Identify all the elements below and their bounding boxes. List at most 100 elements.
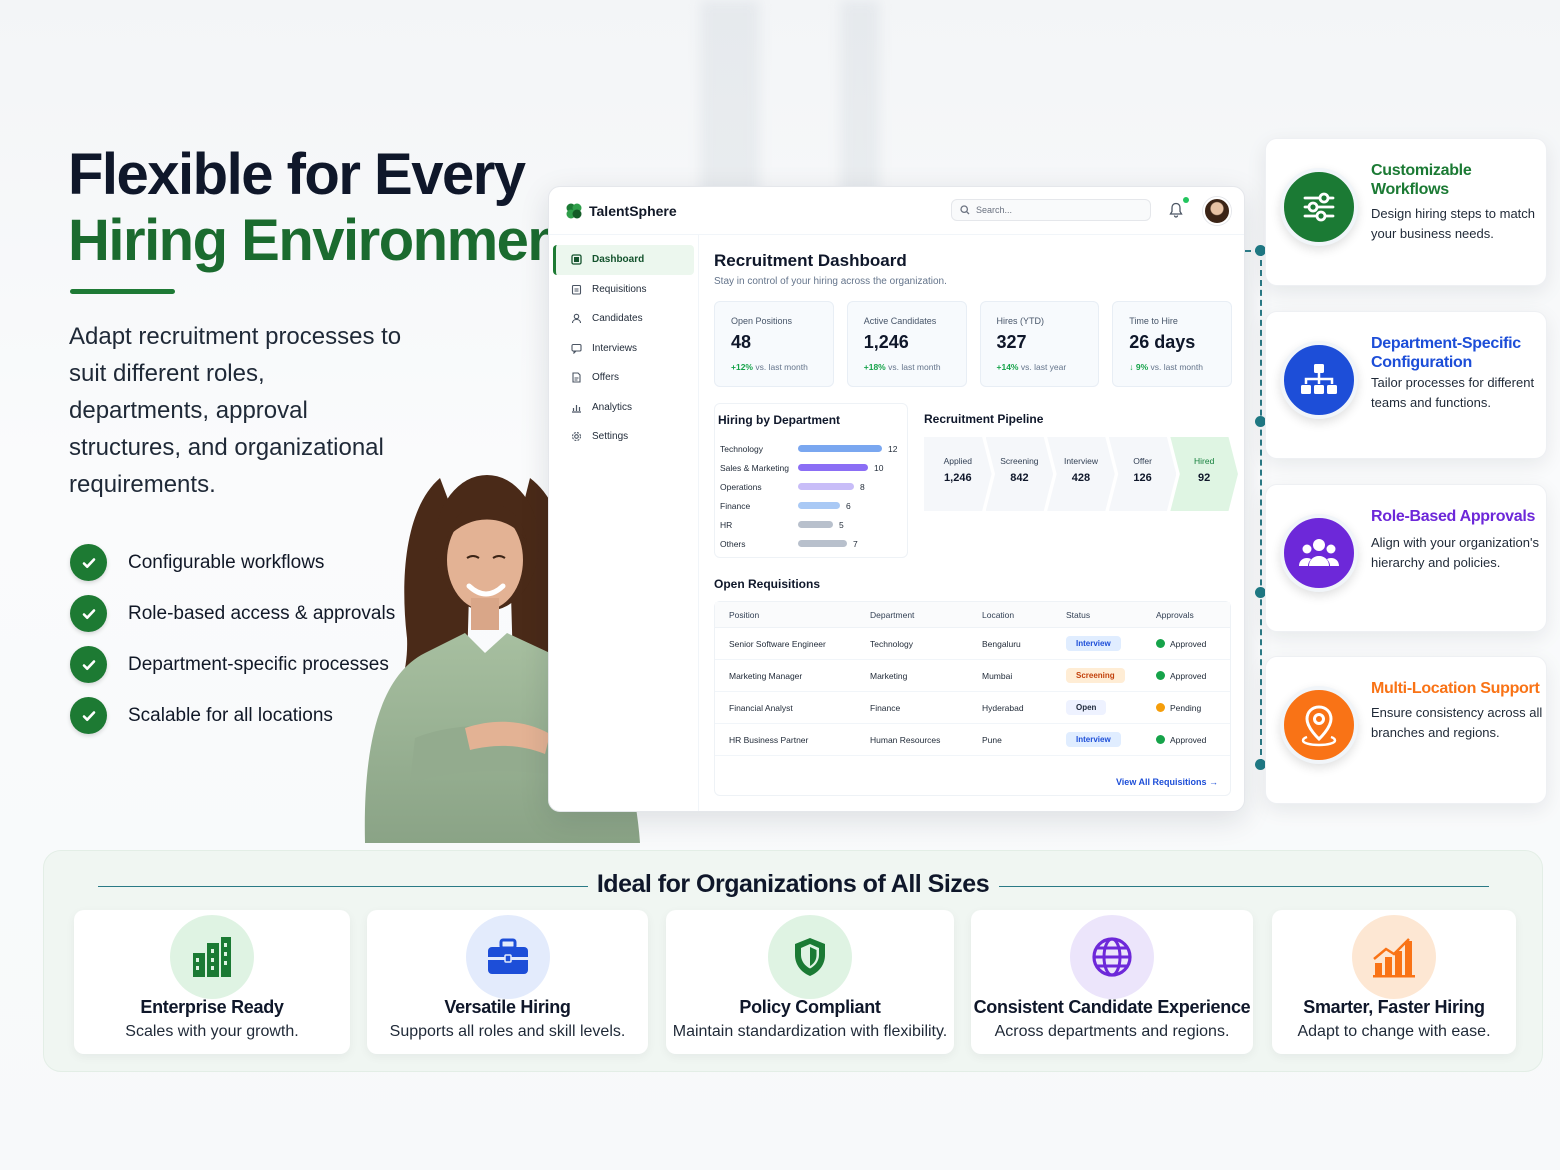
bell-icon[interactable] (1169, 202, 1183, 218)
kpi-change: ↓ 9% (1129, 362, 1149, 372)
brand-name: TalentSphere (589, 202, 677, 219)
feature-card: Customizable Workflows Design hiring ste… (1265, 138, 1547, 286)
view-all-requisitions-link[interactable]: View All Requisitions → (1116, 777, 1218, 787)
kpi-note: vs. last month (755, 362, 808, 372)
stage-value: 92 (1198, 472, 1211, 484)
document-icon (572, 372, 581, 383)
status-badge: Open (1066, 700, 1107, 715)
sidebar-item-interviews[interactable]: Interviews (553, 334, 694, 364)
dashboard-main: Recruitment Dashboard Stay in control of… (714, 235, 1238, 811)
sidebar-item-label: Settings (592, 431, 629, 443)
sidebar-item-label: Analytics (592, 401, 633, 413)
stage-value: 126 (1133, 472, 1152, 484)
shield-check-icon (768, 915, 852, 999)
department-bar (798, 483, 854, 490)
gear-icon (571, 432, 582, 442)
department-row: Finance 6 (720, 496, 897, 515)
kpi-value: 327 (996, 332, 1027, 352)
kpi-delta: +12% vs. last month (731, 362, 833, 372)
globe-icon (1070, 915, 1154, 999)
app-header: TalentSphere Search... (549, 187, 1244, 235)
sidebar-item-label: Candidates (592, 313, 643, 325)
cell-approval: Approved (1156, 639, 1244, 649)
cell-department: Technology (870, 638, 914, 649)
check-label: Configurable workflows (128, 551, 325, 573)
stage-label: Screening (1000, 456, 1039, 466)
feature-title: Role-Based Approvals (1371, 508, 1536, 525)
cell-location: Hyderabad (982, 702, 1024, 713)
department-value: 5 (839, 519, 844, 530)
cell-status: Interview (1066, 732, 1156, 747)
sidebar-item-label: Offers (592, 372, 620, 384)
pipeline-stage[interactable]: Offer 126 (1108, 437, 1177, 511)
pipeline-stage[interactable]: Interview 428 (1047, 437, 1115, 511)
cell-position: HR Business Partner (729, 734, 809, 745)
department-chart: Hiring by Department Technology 12 Sales &… (714, 403, 908, 558)
sidebar-item-candidates[interactable]: Candidates (553, 304, 694, 334)
benefit-description: Scales with your growth. (125, 1023, 299, 1040)
kpi-card[interactable]: Active Candidates 1,246 +18% vs. last mo… (846, 301, 967, 387)
location-pin-icon (1280, 686, 1358, 764)
table-row[interactable]: HR Business Partner Human Resources Pune… (715, 724, 1230, 756)
table-row[interactable]: Financial Analyst Finance Hyderabad Open… (715, 692, 1230, 724)
kpi-delta: +14% vs. last year (997, 362, 1099, 372)
feature-title: Department-Specific Configuration (1371, 335, 1521, 371)
approved-icon (1156, 671, 1165, 680)
sidebar-item-requisitions[interactable]: Requisitions (553, 275, 694, 305)
department-label: HR (720, 519, 733, 530)
checkmark-icon (70, 595, 107, 632)
hero-title-line1: Flexible for Every (68, 142, 526, 207)
department-bar (798, 464, 868, 471)
cell-location: Pune (982, 734, 1002, 745)
checkmark-icon (70, 697, 107, 734)
benefit-card: Consistent Candidate Experience Across d… (971, 910, 1253, 1054)
sidebar-item-settings[interactable]: Settings (553, 422, 694, 452)
cell-approval: Approved (1156, 735, 1244, 745)
chat-icon (571, 343, 582, 354)
app-window: TalentSphere Search... Dashboard Requisi… (548, 186, 1245, 812)
approval-label: Approved (1170, 670, 1207, 681)
kpi-note: vs. last year (1020, 362, 1067, 372)
feature-description: Align with your organization's hierarchy… (1371, 535, 1539, 570)
kpi-label: Open Positions (731, 316, 793, 326)
department-bars: Technology 12 Sales & Marketing 10 Operation… (720, 439, 897, 553)
department-value: 6 (846, 500, 851, 511)
brand[interactable]: TalentSphere (565, 202, 677, 220)
sidebar-item-analytics[interactable]: Analytics (553, 393, 694, 423)
pipeline-stage[interactable]: Screening 842 (985, 437, 1054, 511)
department-row: Others 7 (720, 534, 897, 553)
department-value: 7 (853, 538, 858, 549)
clipboard-icon (571, 284, 582, 295)
approved-icon (1156, 639, 1165, 648)
cell-location: Mumbai (982, 670, 1013, 681)
feature-title: Multi-Location Support (1371, 680, 1540, 697)
table-row[interactable]: Marketing Manager Marketing Mumbai Scree… (715, 660, 1230, 692)
column-header: Approvals (1156, 609, 1194, 620)
kpi-card[interactable]: Hires (YTD) 327 +14% vs. last year (979, 301, 1100, 387)
search-input[interactable]: Search... (951, 199, 1151, 221)
avatar[interactable] (1203, 197, 1231, 225)
brand-logo-icon (566, 203, 582, 218)
pipeline-stage-hired[interactable]: Hired 92 (1170, 437, 1238, 511)
feature-card: Role-Based Approvals Align with your org… (1265, 484, 1547, 632)
check-label: Scalable for all locations (128, 704, 333, 726)
feature-description: Design hiring steps to match your busine… (1371, 206, 1536, 241)
department-chart-title: Hiring by Department (718, 413, 841, 427)
sidebar-item-offers[interactable]: Offers (553, 363, 694, 393)
kpi-card[interactable]: Open Positions 48 +12% vs. last month (714, 301, 834, 387)
cell-position: Financial Analyst (729, 702, 793, 713)
kpi-change: +18% (863, 362, 886, 372)
pipeline-stage[interactable]: Applied 1,246 (924, 437, 992, 511)
department-row: Sales & Marketing 10 (720, 458, 897, 477)
feature-title: Customizable Workflows (1371, 162, 1472, 198)
sidebar-item-dashboard[interactable]: Dashboard (553, 245, 694, 275)
status-badge: Interview (1066, 636, 1121, 651)
search-placeholder: Search... (976, 205, 1013, 215)
benefit-description: Adapt to change with ease. (1297, 1023, 1491, 1040)
kpi-card[interactable]: Time to Hire 26 days ↓ 9% vs. last month (1112, 301, 1232, 387)
kpi-label: Hires (YTD) (996, 316, 1045, 326)
kpi-row: Open Positions 48 +12% vs. last month Ac… (714, 301, 1232, 387)
table-row[interactable]: Senior Software Engineer Technology Beng… (715, 628, 1230, 660)
benefit-description: Supports all roles and skill levels. (389, 1023, 626, 1040)
hero-title: Flexible for Every Hiring Environment (68, 142, 581, 274)
